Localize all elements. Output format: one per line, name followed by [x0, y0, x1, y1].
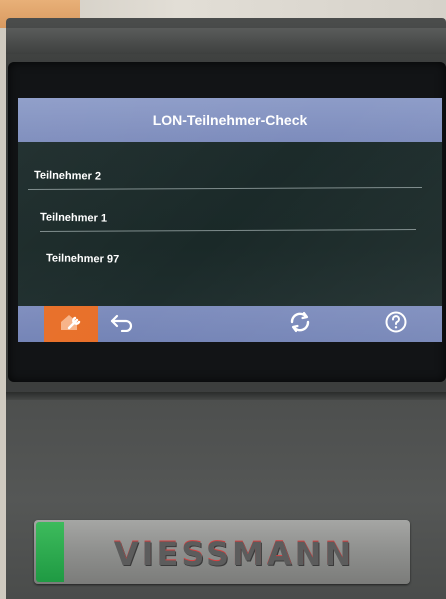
service-button[interactable] — [44, 306, 98, 342]
list-item-teilnehmer-97[interactable]: Teilnehmer 97 — [46, 252, 119, 265]
list-item-teilnehmer-1[interactable]: Teilnehmer 1 — [40, 211, 107, 224]
housing-top-ridge — [6, 28, 446, 54]
refresh-icon — [288, 310, 312, 339]
list-divider — [28, 186, 422, 191]
back-arrow-icon — [108, 312, 136, 337]
brand-logo-green-stripe — [36, 522, 64, 582]
back-button[interactable] — [102, 306, 142, 342]
help-button[interactable] — [376, 306, 416, 342]
list-divider — [39, 229, 417, 232]
help-icon — [384, 310, 408, 339]
wrench-house-icon — [58, 311, 84, 338]
brand-logo: VIESSMANN — [113, 535, 355, 573]
list-item-teilnehmer-2[interactable]: Teilnehmer 2 — [34, 169, 101, 182]
screen-title-bar: LON-Teilnehmer-Check — [18, 98, 442, 142]
display-screen: LON-Teilnehmer-Check Teilnehmer 2 Teilne… — [18, 98, 442, 342]
refresh-button[interactable] — [280, 306, 320, 342]
page-title: LON-Teilnehmer-Check — [152, 112, 308, 128]
